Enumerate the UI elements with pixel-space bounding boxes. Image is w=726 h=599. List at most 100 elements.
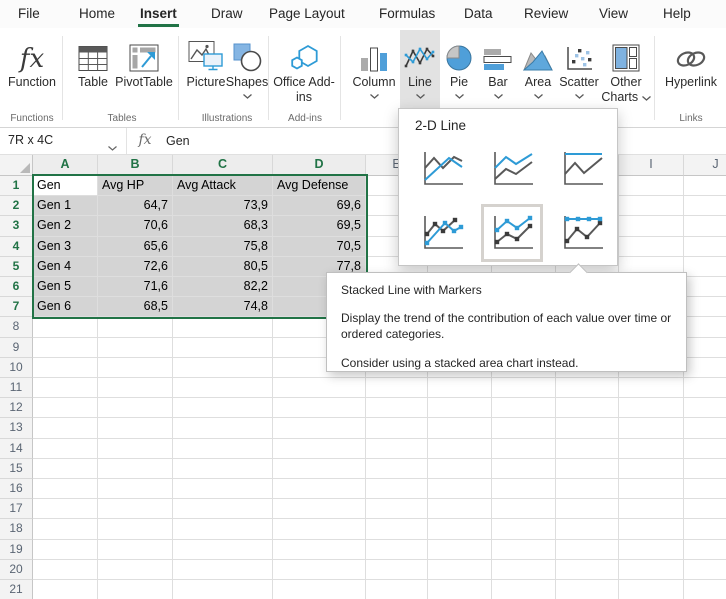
row-header-19[interactable]: 19 — [0, 540, 33, 560]
cell-B11[interactable] — [98, 378, 173, 398]
cell-J21[interactable] — [684, 580, 726, 599]
cell-C21[interactable] — [173, 580, 273, 599]
cell-C14[interactable] — [173, 439, 273, 459]
row-header-15[interactable]: 15 — [0, 459, 33, 479]
cell-B10[interactable] — [98, 358, 173, 378]
function-button[interactable]: fx Function — [4, 30, 60, 108]
cell-C6[interactable]: 82,2 — [173, 277, 273, 297]
bar-chart-button[interactable]: Bar — [478, 30, 518, 108]
cell-J6[interactable] — [684, 277, 726, 297]
cell-B13[interactable] — [98, 418, 173, 438]
cell-H20[interactable] — [556, 560, 619, 580]
cell-D11[interactable] — [273, 378, 366, 398]
cell-B19[interactable] — [98, 540, 173, 560]
cell-C20[interactable] — [173, 560, 273, 580]
cell-B17[interactable] — [98, 499, 173, 519]
cell-F11[interactable] — [428, 378, 492, 398]
shapes-button[interactable]: Shapes — [227, 30, 267, 108]
cell-C10[interactable] — [173, 358, 273, 378]
cell-B2[interactable]: 64,7 — [98, 196, 173, 216]
cell-A17[interactable] — [33, 499, 98, 519]
cell-J7[interactable] — [684, 297, 726, 317]
row-header-17[interactable]: 17 — [0, 499, 33, 519]
cell-I20[interactable] — [619, 560, 684, 580]
cell-H21[interactable] — [556, 580, 619, 599]
office-add-ins-button[interactable]: Office Add-ins — [272, 30, 336, 108]
cell-F15[interactable] — [428, 459, 492, 479]
cell-C1[interactable]: Avg Attack — [173, 176, 273, 196]
cell-A20[interactable] — [33, 560, 98, 580]
row-header-11[interactable]: 11 — [0, 378, 33, 398]
cell-D16[interactable] — [273, 479, 366, 499]
cell-G13[interactable] — [492, 418, 556, 438]
cell-C2[interactable]: 73,9 — [173, 196, 273, 216]
cell-B3[interactable]: 70,6 — [98, 216, 173, 236]
cell-H19[interactable] — [556, 540, 619, 560]
cell-B20[interactable] — [98, 560, 173, 580]
row-header-14[interactable]: 14 — [0, 439, 33, 459]
cell-C17[interactable] — [173, 499, 273, 519]
line-chart-button[interactable]: Line — [400, 30, 440, 108]
cell-J12[interactable] — [684, 398, 726, 418]
dropdown-item-line-chart-icon[interactable] — [411, 140, 473, 198]
cell-B15[interactable] — [98, 459, 173, 479]
cell-D13[interactable] — [273, 418, 366, 438]
row-header-3[interactable]: 3 — [0, 216, 33, 236]
menu-item-help[interactable]: Help — [663, 0, 691, 28]
cell-J16[interactable] — [684, 479, 726, 499]
cell-E14[interactable] — [366, 439, 428, 459]
cell-C19[interactable] — [173, 540, 273, 560]
cell-E12[interactable] — [366, 398, 428, 418]
table-button[interactable]: Table — [70, 30, 116, 108]
cell-I11[interactable] — [619, 378, 684, 398]
cell-I1[interactable] — [619, 176, 684, 196]
cell-I15[interactable] — [619, 459, 684, 479]
menu-item-review[interactable]: Review — [524, 0, 568, 28]
cell-E16[interactable] — [366, 479, 428, 499]
menu-item-formulas[interactable]: Formulas — [379, 0, 435, 28]
cell-H11[interactable] — [556, 378, 619, 398]
cell-I2[interactable] — [619, 196, 684, 216]
cell-F18[interactable] — [428, 519, 492, 539]
menu-item-data[interactable]: Data — [464, 0, 493, 28]
row-header-5[interactable]: 5 — [0, 257, 33, 277]
row-header-8[interactable]: 8 — [0, 317, 33, 337]
column-header-j[interactable]: J — [684, 154, 726, 176]
cell-A19[interactable] — [33, 540, 98, 560]
cell-A16[interactable] — [33, 479, 98, 499]
cell-H16[interactable] — [556, 479, 619, 499]
cell-F14[interactable] — [428, 439, 492, 459]
cell-A2[interactable]: Gen 1 — [33, 196, 98, 216]
cell-J19[interactable] — [684, 540, 726, 560]
cell-F12[interactable] — [428, 398, 492, 418]
cell-H17[interactable] — [556, 499, 619, 519]
menu-item-home[interactable]: Home — [79, 0, 115, 28]
dropdown-item-line-with-markers-chart-icon[interactable] — [411, 204, 473, 262]
cell-D19[interactable] — [273, 540, 366, 560]
cell-A14[interactable] — [33, 439, 98, 459]
area-chart-button[interactable]: Area — [518, 30, 558, 108]
cell-H15[interactable] — [556, 459, 619, 479]
hyperlink-button[interactable]: Hyperlink — [656, 30, 726, 108]
cell-B8[interactable] — [98, 317, 173, 337]
cell-E19[interactable] — [366, 540, 428, 560]
cell-H18[interactable] — [556, 519, 619, 539]
cell-J17[interactable] — [684, 499, 726, 519]
row-header-13[interactable]: 13 — [0, 418, 33, 438]
cell-J1[interactable] — [684, 176, 726, 196]
cell-C4[interactable]: 75,8 — [173, 237, 273, 257]
other-charts-button[interactable]: Other Charts — [600, 30, 652, 108]
cell-F13[interactable] — [428, 418, 492, 438]
cell-F19[interactable] — [428, 540, 492, 560]
cell-C8[interactable] — [173, 317, 273, 337]
cell-F17[interactable] — [428, 499, 492, 519]
cell-H13[interactable] — [556, 418, 619, 438]
cell-B16[interactable] — [98, 479, 173, 499]
cell-C13[interactable] — [173, 418, 273, 438]
cell-B1[interactable]: Avg HP — [98, 176, 173, 196]
cell-E21[interactable] — [366, 580, 428, 599]
cell-B6[interactable]: 71,6 — [98, 277, 173, 297]
row-header-20[interactable]: 20 — [0, 560, 33, 580]
cell-G12[interactable] — [492, 398, 556, 418]
cell-D15[interactable] — [273, 459, 366, 479]
